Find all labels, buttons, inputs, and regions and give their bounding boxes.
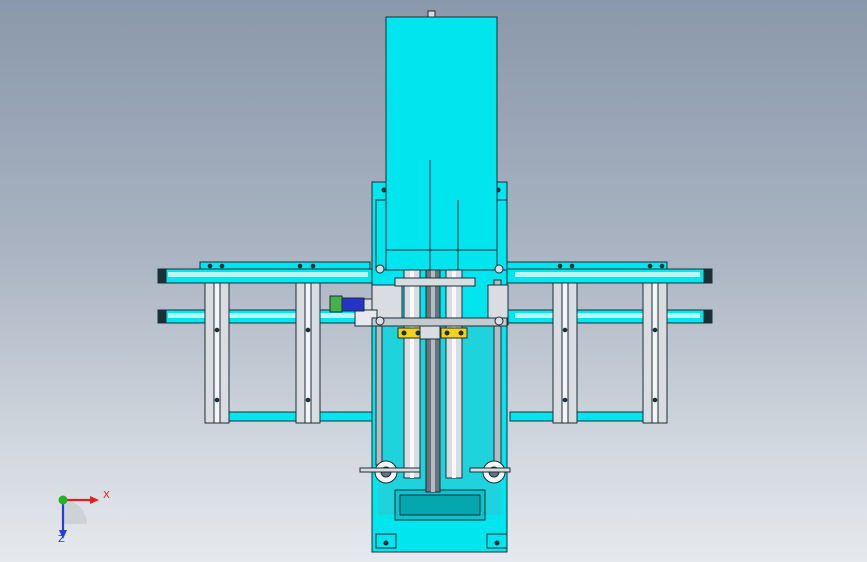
y-axis-dot-icon xyxy=(58,495,68,505)
orientation-triad: X Z xyxy=(46,482,116,545)
cylinder-housing[interactable] xyxy=(385,16,498,271)
x-axis-label: X xyxy=(103,490,110,501)
cad-graphics-viewport[interactable]: X Z xyxy=(0,0,867,562)
left-base-bar[interactable] xyxy=(228,411,297,422)
z-axis-label: Z xyxy=(58,534,65,544)
top-fitting[interactable] xyxy=(427,10,436,18)
right-top-bar[interactable] xyxy=(506,261,668,270)
right-side-frame[interactable] xyxy=(506,261,713,424)
motor-end-cap[interactable] xyxy=(329,295,343,313)
right-base-bar[interactable] xyxy=(509,411,554,422)
rod-clamps[interactable] xyxy=(397,325,468,340)
left-side-frame[interactable] xyxy=(157,261,379,424)
drive-motor[interactable] xyxy=(329,295,373,313)
machine-assembly-model[interactable] xyxy=(0,0,867,562)
left-top-bar[interactable] xyxy=(199,261,371,270)
motor-body[interactable] xyxy=(341,297,365,312)
top-cylinder-housing[interactable] xyxy=(375,10,508,271)
x-axis-arrow-icon xyxy=(90,496,99,504)
